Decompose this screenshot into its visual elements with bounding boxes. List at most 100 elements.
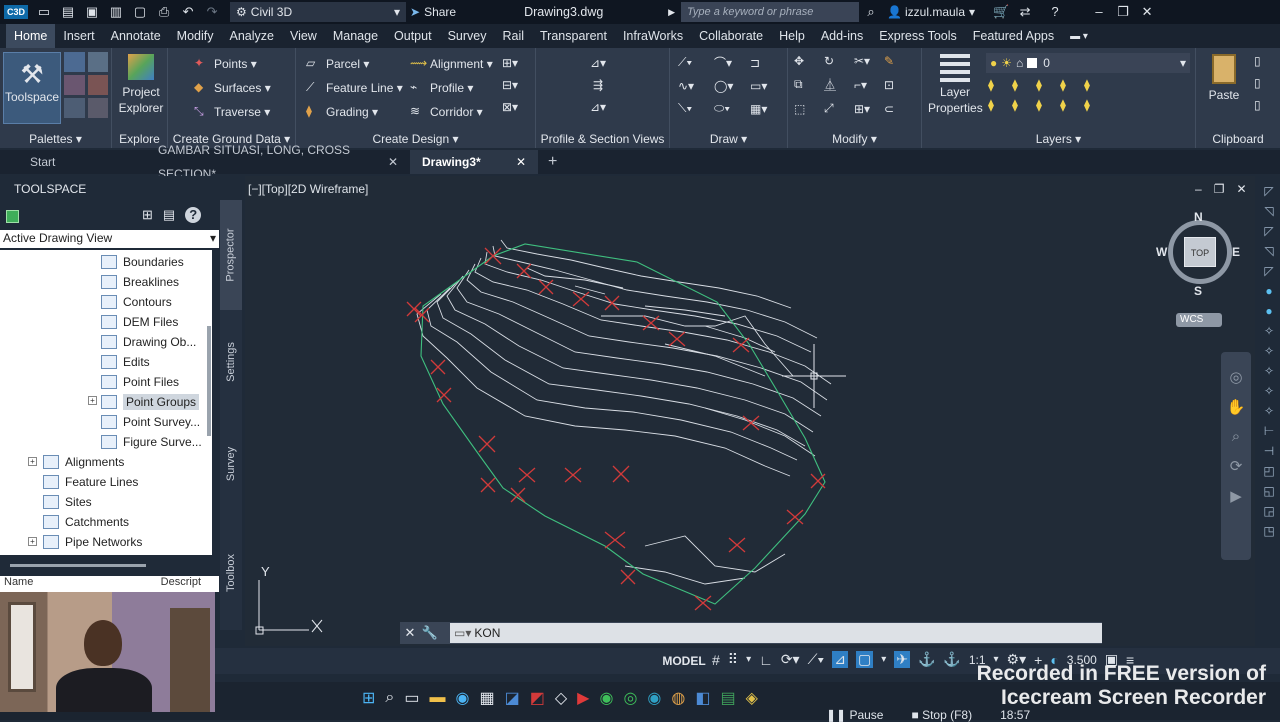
layer-tool-3-icon[interactable]: ⧫: [1036, 78, 1060, 92]
tab-manage[interactable]: Manage: [325, 24, 386, 48]
vtab-survey[interactable]: Survey: [220, 414, 242, 514]
visibility-icon[interactable]: ⚓: [918, 651, 935, 668]
close-tab-icon[interactable]: ✕: [516, 150, 526, 174]
globe-icon[interactable]: ●: [1265, 304, 1272, 318]
close-icon[interactable]: ✕: [400, 625, 420, 641]
vtab-toolbox[interactable]: Toolbox: [220, 518, 242, 628]
chevron-down-icon[interactable]: ▾: [881, 654, 886, 665]
tree-item-alignments[interactable]: Alignments: [43, 452, 124, 472]
layer-tools[interactable]: ⧫ ⧫ ⧫ ⧫ ⧫ ⧫ ⧫ ⧫ ⧫ ⧫: [988, 78, 1108, 112]
tab-featured-apps[interactable]: Featured Apps: [965, 24, 1062, 48]
horizontal-scrollbar[interactable]: [10, 564, 146, 567]
toolspace-button[interactable]: ⚒ Toolspace: [3, 52, 61, 124]
new-file-icon[interactable]: ▭: [36, 4, 52, 20]
tab-annotate[interactable]: Annotate: [103, 24, 169, 48]
tab-rail[interactable]: Rail: [494, 24, 532, 48]
ellipse-icon[interactable]: ⬭▾: [714, 101, 750, 116]
compass-e[interactable]: E: [1232, 245, 1240, 259]
tab-modify[interactable]: Modify: [169, 24, 222, 48]
layer-tool-10-icon[interactable]: ⧫: [1084, 98, 1108, 112]
tab-gambar[interactable]: GAMBAR SITUASI, LONG, CROSS SECTION* ✕: [146, 143, 410, 181]
palette-tool-11-icon[interactable]: ⊢: [1264, 424, 1274, 438]
tree-item-pipe-networks[interactable]: Pipe Networks: [43, 532, 142, 552]
task-view-icon[interactable]: ▭: [404, 688, 419, 708]
layer-tool-5-icon[interactable]: ⧫: [1084, 78, 1108, 92]
layer-tool-8-icon[interactable]: ⧫: [1036, 98, 1060, 112]
orbit-icon[interactable]: ⟳: [1230, 457, 1243, 475]
tree-scrollbar[interactable]: [207, 326, 211, 436]
pan-icon[interactable]: ✋: [1227, 398, 1246, 416]
tree-item-edits[interactable]: Edits: [101, 352, 150, 372]
search-input[interactable]: Type a keyword or phrase: [681, 2, 860, 22]
tab-home[interactable]: Home: [6, 24, 56, 48]
copy-clip-icon[interactable]: ▯: [1254, 76, 1261, 90]
palettes-title[interactable]: Palettes ▾: [0, 132, 111, 146]
wrench-icon[interactable]: 🔧: [420, 625, 440, 641]
palette-tool-6-icon[interactable]: ✧: [1264, 324, 1274, 338]
recorder-icon[interactable]: ◈: [746, 688, 758, 708]
parcel-button[interactable]: ▱ Parcel ▾: [306, 56, 369, 72]
line-icon[interactable]: ⟋▾: [678, 55, 714, 70]
palette-tool-7-icon[interactable]: ✧: [1264, 344, 1274, 358]
clipboard-tools[interactable]: ▯ ▯ ▯: [1254, 54, 1261, 112]
modify-title[interactable]: Modify ▾: [788, 132, 921, 146]
tab-collaborate[interactable]: Collaborate: [691, 24, 771, 48]
erase-icon[interactable]: ✎: [884, 54, 914, 68]
section-view-icon[interactable]: ⊿▾: [590, 100, 606, 114]
windows-start-icon[interactable]: ⊞: [362, 688, 375, 708]
palette-tool-13-icon[interactable]: ◰: [1263, 464, 1274, 478]
sample-lines-icon[interactable]: ⇶: [593, 78, 603, 92]
rectangle-icon[interactable]: ▭▾: [750, 79, 786, 93]
design-extra-icons[interactable]: ⊞▾ ⊟▾ ⊠▾: [502, 56, 518, 114]
command-input[interactable]: ▭▾ KON: [450, 623, 1102, 643]
restore-icon[interactable]: ❐: [1115, 4, 1131, 20]
palette-tool-15-icon[interactable]: ◲: [1263, 504, 1274, 518]
tab-add-ins[interactable]: Add-ins: [813, 24, 871, 48]
explode-icon[interactable]: ⊡: [884, 78, 914, 92]
properties-icon[interactable]: [64, 52, 85, 72]
layer-properties-button[interactable]: Layer Properties: [928, 54, 983, 116]
layer-tool-4-icon[interactable]: ⧫: [1060, 78, 1084, 92]
otrack-icon[interactable]: ▢: [855, 651, 874, 668]
project-explorer-button[interactable]: Project Explorer: [116, 54, 166, 116]
paste-button[interactable]: Paste: [1204, 54, 1244, 102]
vtab-prospector[interactable]: Prospector: [220, 200, 242, 310]
toolspace-icon[interactable]: [6, 210, 19, 223]
tab-survey[interactable]: Survey: [440, 24, 495, 48]
drawing-canvas[interactable]: [−][Top][2D Wireframe] – ❐ ✕ Y TOP N S E…: [245, 176, 1255, 646]
draw-title[interactable]: Draw ▾: [670, 132, 787, 146]
pipe-icon[interactable]: ⊞▾: [502, 56, 518, 70]
ortho-icon[interactable]: ∟: [759, 652, 773, 668]
tab-start[interactable]: Start: [0, 150, 146, 174]
palette-tool-9-icon[interactable]: ✧: [1264, 384, 1274, 398]
layer-tool-2-icon[interactable]: ⧫: [1012, 78, 1036, 92]
expand-icon[interactable]: +: [88, 396, 97, 405]
tree-item-point-survey[interactable]: Point Survey...: [101, 412, 200, 432]
spotify-icon[interactable]: ◉: [599, 688, 613, 708]
chrome-icon[interactable]: ◍: [671, 688, 685, 708]
traverse-button[interactable]: ⤡ Traverse ▾: [194, 104, 270, 120]
palette-tool-10-icon[interactable]: ✧: [1264, 404, 1274, 418]
profile-button[interactable]: ⌁ Profile ▾: [410, 80, 473, 96]
cart-icon[interactable]: 🛒: [993, 4, 1009, 20]
tree-item-dem-files[interactable]: DEM Files: [101, 312, 178, 332]
circle-icon[interactable]: ◯▾: [714, 79, 750, 93]
layer-tool-7-icon[interactable]: ⧫: [1012, 98, 1036, 112]
move-icon[interactable]: ✥: [794, 54, 824, 68]
surfaces-button[interactable]: ◆ Surfaces ▾: [194, 80, 271, 96]
model-tab[interactable]: MODEL: [660, 652, 708, 670]
showmotion-icon[interactable]: ▶: [1230, 487, 1242, 505]
fillet-icon[interactable]: ⌐▾: [854, 78, 884, 92]
excel-icon[interactable]: ▤: [720, 688, 735, 708]
tree-item-drawing-objects[interactable]: Drawing Ob...: [101, 332, 196, 352]
snap-icon[interactable]: ⠿: [728, 651, 738, 668]
civil3d-icon[interactable]: ◧: [695, 688, 710, 708]
expand-icon[interactable]: +: [28, 537, 37, 546]
workspace-selector[interactable]: ⚙ Civil 3D ▾: [230, 2, 407, 22]
edge-icon[interactable]: ◉: [456, 688, 470, 708]
tree-item-figure-survey[interactable]: Figure Surve...: [101, 432, 202, 452]
palette-tool-8-icon[interactable]: ✧: [1264, 364, 1274, 378]
draw-tools[interactable]: ⟋▾ ⌒▾ ⊐ ∿▾ ◯▾ ▭▾ ⟍▾ ⬭▾ ▦▾: [678, 54, 786, 116]
hatch-icon[interactable]: ▦▾: [750, 102, 786, 116]
corridor-button[interactable]: ≋ Corridor ▾: [410, 104, 483, 120]
